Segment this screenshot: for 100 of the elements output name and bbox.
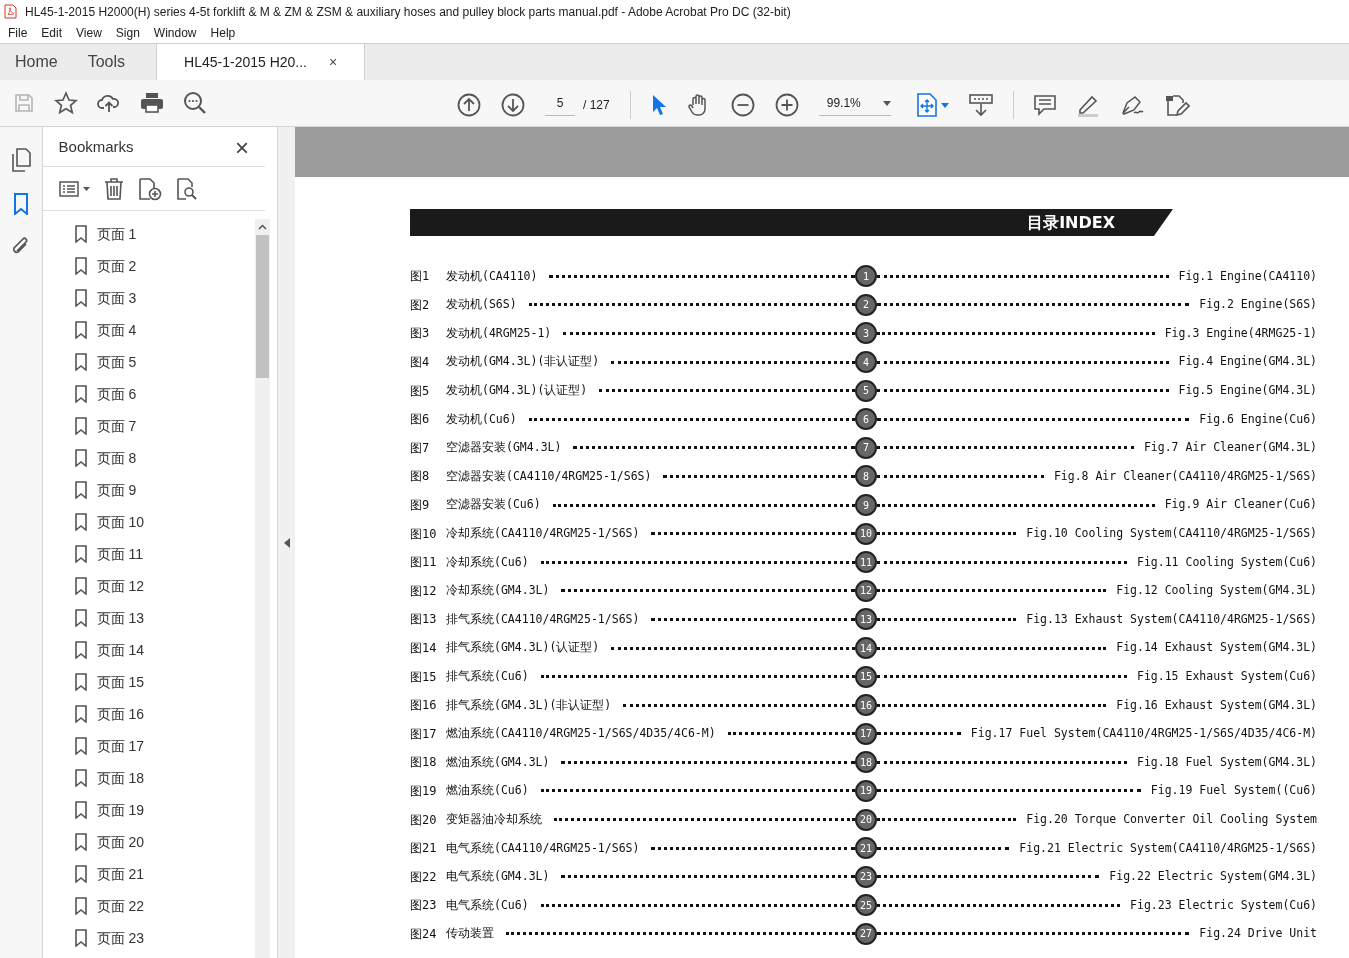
page-number-badge: 16 — [855, 694, 877, 717]
menu-item[interactable]: Sign — [115, 24, 140, 42]
bookmark-icon — [74, 545, 87, 563]
page-number-badge: 7 — [855, 436, 877, 459]
delete-icon[interactable] — [103, 176, 124, 201]
english-title: Fig.22 Electric System(GM4.3L) — [1109, 868, 1317, 886]
chinese-title: 燃油系统(Cu6) — [446, 782, 529, 800]
page-number-badge: 25 — [855, 894, 877, 917]
pages-icon[interactable] — [10, 148, 31, 172]
bookmark-icon — [74, 577, 87, 595]
page-number-field[interactable]: 5 — [545, 94, 575, 116]
figure-number: 图7 — [410, 439, 431, 457]
bookmark-item[interactable]: 页面 8 — [74, 446, 255, 470]
bookmark-item[interactable]: 页面 7 — [74, 414, 255, 438]
bookmark-item[interactable]: 页面 18 — [74, 766, 255, 790]
chinese-title: 发动机(GM4.3L)(认证型) — [446, 382, 588, 400]
zoom-in-icon[interactable] — [774, 93, 799, 117]
figure-number: 图8 — [410, 468, 431, 486]
bookmark-item[interactable]: 页面 3 — [74, 286, 255, 310]
english-title: Fig.8 Air Cleaner(CA4110/4RGM25-1/S6S) — [1053, 467, 1317, 485]
bookmark-item[interactable]: 页面 22 — [74, 894, 255, 918]
edit-document-icon[interactable] — [1163, 93, 1190, 117]
bookmark-icon — [74, 897, 87, 915]
page-number-badge: 21 — [855, 837, 877, 860]
close-button[interactable]: × — [235, 135, 249, 160]
menu-item[interactable]: File — [8, 24, 28, 42]
english-title: Fig.16 Exhaust System(GM4.3L) — [1116, 696, 1317, 714]
zoom-search-icon[interactable] — [183, 91, 207, 115]
bookmark-item[interactable]: 页面 9 — [74, 478, 255, 502]
bookmark-icon — [74, 481, 87, 499]
english-title: Fig.13 Exhaust System(CA4110/4RGM25-1/S6S) — [1026, 610, 1317, 628]
bookmark-icon — [74, 641, 87, 659]
bookmark-item[interactable]: 页面 4 — [74, 318, 255, 342]
figure-number: 图13 — [410, 611, 438, 629]
bookmark-item[interactable]: 页面 19 — [74, 798, 255, 822]
new-bookmark-icon[interactable] — [137, 176, 162, 201]
pen-signature-icon[interactable] — [1119, 93, 1144, 117]
tab[interactable]: Tools — [72, 44, 141, 80]
pointer-icon[interactable] — [650, 94, 667, 116]
chinese-title: 空滤器安装(Cu6) — [446, 496, 541, 514]
chinese-title: 变矩器油冷却系统 — [446, 810, 542, 828]
collapse-arrow-icon[interactable] — [283, 537, 290, 548]
scroll-thumb[interactable] — [256, 235, 269, 378]
caret-icon — [882, 100, 891, 106]
bookmark-item[interactable]: 页面 6 — [74, 382, 255, 406]
bookmark-icon — [74, 513, 87, 531]
bookmark-item[interactable]: 页面 14 — [74, 638, 255, 662]
page-number-badge: 14 — [855, 637, 877, 659]
english-title: Fig.5 Engine(GM4.3L) — [1178, 382, 1317, 400]
bookmark-icon — [74, 449, 87, 467]
menu-item[interactable]: View — [76, 24, 102, 42]
chinese-title: 发动机(Cu6) — [446, 410, 517, 428]
english-title: Fig.12 Cooling System(GM4.3L) — [1116, 582, 1317, 600]
figure-number: 图23 — [410, 897, 438, 915]
tab[interactable]: Home — [0, 44, 73, 80]
english-title: Fig.10 Cooling System(CA4110/4RGM25-1/S6S) — [1026, 525, 1317, 542]
bookmark-icon — [74, 321, 87, 339]
figure-number: 图5 — [410, 382, 431, 400]
figure-number: 图12 — [410, 582, 438, 600]
zoom-dropdown[interactable]: 99.1% — [818, 94, 891, 116]
bookmark-item[interactable]: 页面 21 — [74, 862, 255, 886]
bookmark-icon — [74, 385, 87, 403]
bookmark-item[interactable]: 页面 15 — [74, 670, 255, 694]
close-tab-button[interactable]: × — [329, 51, 338, 73]
scroll-mode-icon[interactable] — [968, 93, 993, 117]
bookmark-item[interactable]: 页面 23 — [74, 926, 255, 950]
bookmark-item[interactable]: 页面 17 — [74, 734, 255, 758]
bookmark-search-icon[interactable] — [175, 176, 198, 201]
menu-item[interactable]: Window — [153, 24, 197, 42]
bookmark-item[interactable]: 页面 16 — [74, 702, 255, 726]
bookmark-item[interactable]: 页面 1 — [74, 222, 255, 246]
comment-icon[interactable] — [1033, 94, 1056, 116]
page-number-badge: 1 — [855, 265, 877, 288]
bookmark-item[interactable]: 页面 2 — [74, 254, 255, 278]
figure-number: 图10 — [410, 525, 438, 543]
caret-icon[interactable] — [940, 102, 949, 108]
scroll-up-icon[interactable] — [258, 224, 267, 230]
star-icon[interactable] — [54, 91, 78, 115]
tab[interactable]: HL45-1-2015 H20... × — [156, 44, 366, 80]
bookmark-item[interactable]: 页面 20 — [74, 830, 255, 854]
print-icon[interactable] — [140, 92, 164, 114]
page-number-badge: 15 — [855, 665, 877, 688]
bookmark-icon[interactable] — [12, 193, 29, 215]
highlighter-icon[interactable] — [1075, 93, 1100, 117]
previous-page-icon[interactable] — [457, 93, 481, 117]
bookmark-item[interactable]: 页面 13 — [74, 606, 255, 630]
cloud-upload-icon[interactable] — [97, 92, 121, 114]
next-page-icon[interactable] — [501, 93, 525, 117]
english-title: Fig.7 Air Cleaner(GM4.3L) — [1143, 439, 1317, 457]
bookmark-item[interactable]: 页面 10 — [74, 510, 255, 534]
menu-item[interactable]: Edit — [41, 24, 63, 42]
bookmark-item[interactable]: 页面 5 — [74, 350, 255, 374]
bookmark-item[interactable]: 页面 12 — [74, 574, 255, 598]
zoom-out-icon[interactable] — [730, 93, 755, 117]
bookmark-icon — [74, 225, 87, 243]
menu-item[interactable]: Help — [210, 24, 236, 42]
bookmark-icon — [74, 289, 87, 307]
bookmark-item[interactable]: 页面 11 — [74, 542, 255, 566]
options-dropdown[interactable] — [58, 180, 90, 197]
fit-page-icon[interactable] — [916, 93, 937, 117]
